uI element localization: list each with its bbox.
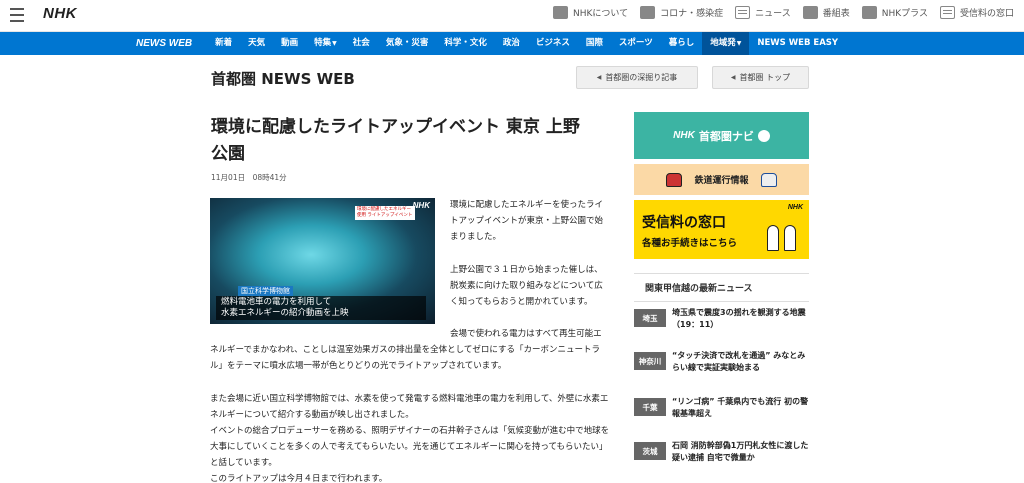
nav-item-new[interactable]: 新着 xyxy=(207,32,240,55)
section-title[interactable]: 首都圏 NEWS WEB xyxy=(211,68,355,89)
shutoken-navi-banner[interactable]: NHK 首都圏ナビ xyxy=(634,112,809,159)
news-headline: “リンゴ病” 千葉県内でも流行 初の警報基準超え xyxy=(672,397,809,418)
news-list-item[interactable]: 茨城 石岡 消防幹部偽1万円札女性に渡した疑い逮捕 自宅で微量か xyxy=(634,440,809,470)
news-list-item[interactable]: 神奈川 “タッチ決済で改札を通過” みなとみらい線で実証実験始まる xyxy=(634,350,809,380)
triangle-left-icon: ◀ xyxy=(596,74,602,81)
nhk-logo[interactable]: NHK xyxy=(43,5,77,22)
nhk-plus-icon xyxy=(861,6,877,19)
article-paragraph: このライトアップは今月４日まで行われます。 xyxy=(210,474,388,483)
top-link-news[interactable]: ニュース xyxy=(735,6,791,19)
virus-icon xyxy=(640,6,656,19)
nav-item-easy[interactable]: NEWS WEB EASY xyxy=(749,32,846,55)
article-title-line: 環境に配慮したライトアップイベント 東京 上野 xyxy=(211,117,580,137)
caret-down-icon: ▼ xyxy=(736,40,742,47)
regional-news-heading: 関東甲信越の最新ニュース xyxy=(634,273,809,302)
top-link-about[interactable]: NHKについて xyxy=(553,6,628,19)
triangle-left-icon: ◀ xyxy=(730,74,736,81)
nav-item-features[interactable]: 特集▼ xyxy=(306,32,345,55)
top-link-program-guide[interactable]: 番組表 xyxy=(802,6,850,19)
article-date: 11月01日 08時41分 xyxy=(211,173,287,182)
button-label: 首都圏 トップ xyxy=(739,73,791,82)
top-link-label: NHKプラス xyxy=(881,9,928,19)
nav-item-video[interactable]: 動画 xyxy=(273,32,306,55)
main-nav: NEWS WEB 新着 天気 動画 特集▼ 社会 気象・災害 科学・文化 政治 … xyxy=(0,32,1024,55)
top-link-corona[interactable]: コロナ・感染症 xyxy=(640,6,723,19)
nav-item-weather[interactable]: 天気 xyxy=(240,32,273,55)
top-bar: NHK NHKについて コロナ・感染症 ニュース 番組表 NHKプラス 受信料の… xyxy=(0,0,1024,32)
receipt-icon xyxy=(939,6,955,19)
image-caption-line: 燃料電池車の電力を利用して xyxy=(221,297,332,307)
news-icon xyxy=(735,6,751,19)
region-top-button[interactable]: ◀ 首都圏 トップ xyxy=(712,66,809,89)
caret-down-icon: ▼ xyxy=(332,40,337,47)
image-caption-line: 水素エネルギーの紹介動画を上映 xyxy=(221,308,349,318)
program-guide-icon xyxy=(802,6,818,19)
image-tag: 環境に配慮したエネルギー使用 ライトアップイベント xyxy=(355,206,415,220)
article-title-line: 公園 xyxy=(211,144,245,164)
article-paragraph: また会場に近い国立科学博物館では、水素を使って発電する燃料電池車の電力を利用して… xyxy=(210,394,609,421)
image-caption-location: 国立科学博物館 xyxy=(238,286,293,296)
top-link-label: 番組表 xyxy=(822,9,850,19)
banner-nhk-logo: NHK xyxy=(673,130,695,141)
deep-dive-button[interactable]: ◀ 首都圏の深掘り記事 xyxy=(576,66,698,89)
compass-icon xyxy=(757,129,770,142)
top-link-label: コロナ・感染症 xyxy=(660,9,724,19)
top-link-receipt[interactable]: 受信料の窓口 xyxy=(939,6,1014,19)
hamburger-menu-icon[interactable] xyxy=(10,8,24,22)
nav-item-business[interactable]: ビジネス xyxy=(528,32,578,55)
article-paragraph: イベントの総合プロデューサーを務める、照明デザイナーの石井幹子さんは「気候変動が… xyxy=(210,426,610,469)
news-list-item[interactable]: 千葉 “リンゴ病” 千葉県内でも流行 初の警報基準超え xyxy=(634,396,809,426)
top-link-label: ニュース xyxy=(755,9,791,19)
top-link-label: 受信料の窓口 xyxy=(959,9,1014,19)
article-paragraph: 会場で使われる電力はすべて再生可能エネルギーでまかなわれ、ことしは温室効果ガスの… xyxy=(210,329,602,372)
prefecture-badge: 神奈川 xyxy=(634,352,666,370)
banner-nhk-logo: NHK xyxy=(787,204,803,211)
nav-item-regional[interactable]: 地域発▼ xyxy=(702,32,750,55)
prefecture-badge: 千葉 xyxy=(634,398,666,416)
article-title: 環境に配慮したライトアップイベント 東京 上野 公園 xyxy=(211,114,611,168)
top-link-nhk-plus[interactable]: NHKプラス xyxy=(861,6,928,19)
news-web-logo[interactable]: NEWS WEB xyxy=(136,38,192,49)
news-list-item[interactable]: 埼玉 埼玉県で震度3の揺れを観測する地震（19：11） xyxy=(634,307,809,337)
person-icon xyxy=(767,225,779,251)
nhk-logo-icon xyxy=(553,6,569,19)
news-headline: 石岡 消防幹部偽1万円札女性に渡した疑い逮捕 自宅で微量か xyxy=(672,441,809,462)
banner-label: 首都圏ナビ xyxy=(698,129,754,143)
nav-item-disaster[interactable]: 気象・災害 xyxy=(378,32,437,55)
image-caption: 燃料電池車の電力を利用して 水素エネルギーの紹介動画を上映 xyxy=(216,296,426,320)
prefecture-badge: 埼玉 xyxy=(634,309,666,327)
nav-item-label: 特集 xyxy=(314,38,332,48)
article-image[interactable]: NHK 環境に配慮したエネルギー使用 ライトアップイベント 国立科学博物館 燃料… xyxy=(210,198,435,324)
nav-item-politics[interactable]: 政治 xyxy=(495,32,528,55)
nav-item-sports[interactable]: スポーツ xyxy=(611,32,661,55)
nav-item-international[interactable]: 国際 xyxy=(578,32,611,55)
image-nhk-logo: NHK xyxy=(412,201,430,210)
news-headline: “タッチ決済で改札を通過” みなとみらい線で実証実験始まる xyxy=(672,351,806,372)
article-paragraph: 上野公園で３１日から始まった催しは、脱炭素に向けた取り組みなどについて広く知って… xyxy=(450,265,603,308)
nav-item-science[interactable]: 科学・文化 xyxy=(436,32,495,55)
article-paragraph: 環境に配慮したエネルギーを使ったライトアップイベントが東京・上野公園で始まりまし… xyxy=(450,200,604,243)
person-icon xyxy=(784,225,796,251)
bullet-train-icon xyxy=(760,172,777,187)
train-info-banner[interactable]: 鉄道運行情報 xyxy=(634,164,809,195)
button-label: 首都圏の深掘り記事 xyxy=(605,73,678,82)
top-link-label: NHKについて xyxy=(573,9,629,19)
nav-item-label: 地域発 xyxy=(710,38,736,48)
nav-item-society[interactable]: 社会 xyxy=(345,32,378,55)
banner-label: 鉄道運行情報 xyxy=(694,176,749,186)
news-headline: 埼玉県で震度3の揺れを観測する地震（19：11） xyxy=(672,308,806,329)
reception-fee-banner[interactable]: NHK 受信料の窓口 各種お手続きはこちら xyxy=(634,200,809,259)
prefecture-badge: 茨城 xyxy=(634,442,666,460)
nav-item-life[interactable]: 暮らし xyxy=(661,32,703,55)
top-links: NHKについて コロナ・感染症 ニュース 番組表 NHKプラス 受信料の窓口 xyxy=(553,6,1014,19)
train-icon xyxy=(666,172,683,187)
